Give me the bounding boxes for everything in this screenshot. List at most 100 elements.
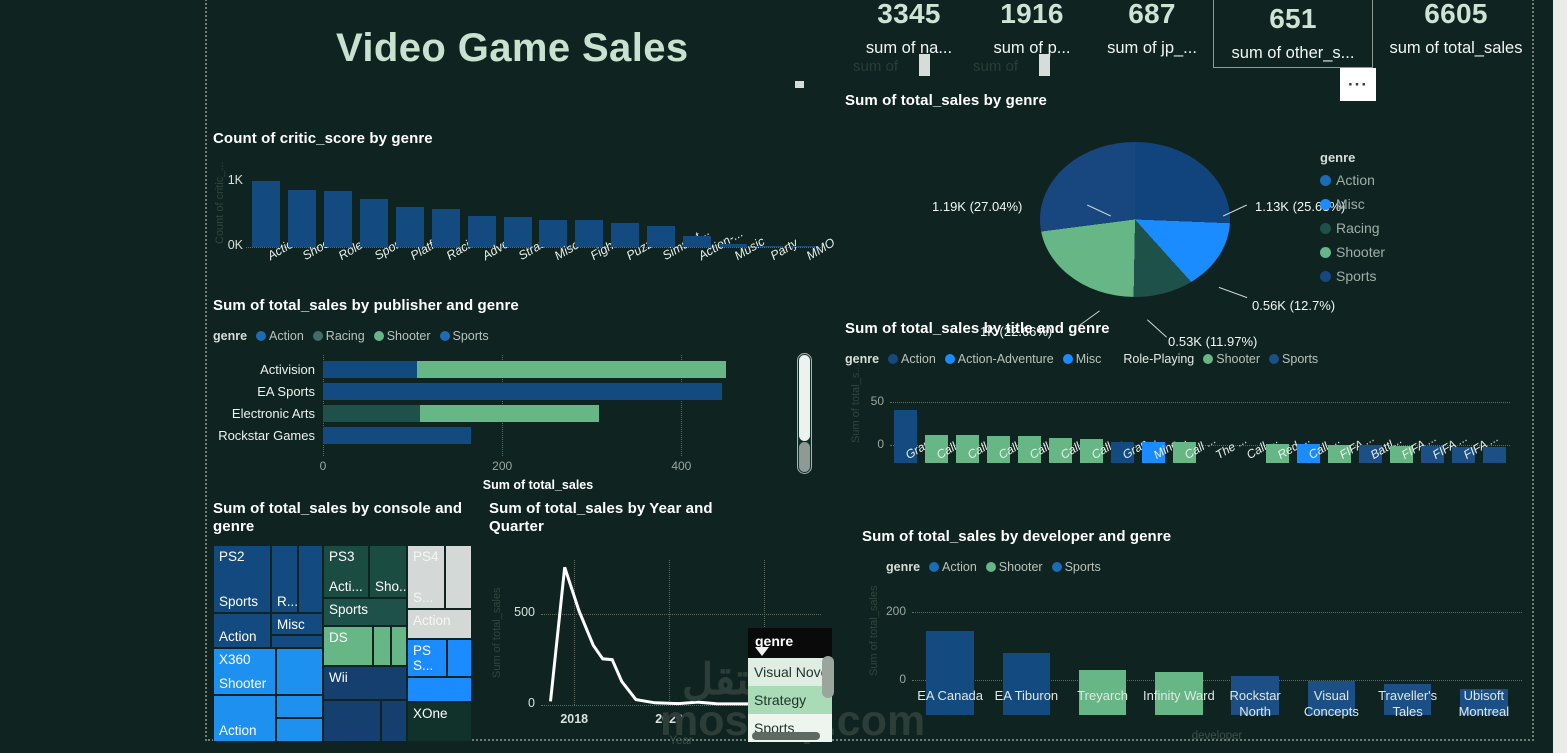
legend-item-action[interactable]: Action	[256, 329, 304, 343]
bar-segment-racing[interactable]	[323, 405, 420, 422]
kpi-card-0[interactable]: 3345 sum of na...	[850, 0, 968, 57]
chevron-down-icon[interactable]	[755, 647, 769, 656]
treemap-tile[interactable]	[391, 626, 407, 666]
dropdown-horizontal-scrollbar[interactable]	[752, 732, 820, 740]
kpi-card-3[interactable]: 651 sum of other_s...	[1213, 0, 1373, 68]
treemap-tile[interactable]: Action	[407, 609, 472, 639]
legend-item-action[interactable]: Action	[929, 560, 977, 574]
dropdown-item-1[interactable]: Strategy	[748, 686, 832, 714]
chart-count-of-critic-score-by-genre[interactable]: Count of critic_score by genre 0K 1K Actio…	[213, 130, 837, 280]
chart-sales-by-genre-pie[interactable]: Sum of total_sales by genre 1.13K (25.63…	[845, 92, 1535, 349]
legend-item-action-adventure[interactable]: Action-Adventure	[944, 352, 1054, 366]
treemap-tile[interactable]	[298, 545, 323, 613]
legend-item-racing[interactable]: Racing	[1320, 220, 1385, 236]
chart-sales-by-publisher-and-genre[interactable]: Sum of total_sales by publisher and genr…	[213, 297, 833, 492]
table-row[interactable]	[323, 383, 753, 400]
treemap-tile[interactable]: PS S...	[407, 639, 447, 677]
bar-segment-shooter[interactable]	[419, 405, 599, 422]
chart-title: Sum of total_sales by title and genre	[845, 320, 1110, 337]
legend-item-sports[interactable]: Sports	[1051, 560, 1101, 574]
treemap-tile[interactable]	[276, 648, 323, 695]
treemap-tile[interactable]: R...	[271, 545, 298, 613]
plot-area[interactable]: 0K1KActionShooterRole-Pl...SportsPlatfor…	[214, 161, 837, 263]
x-axis-tick: Visual Concepts	[1303, 688, 1359, 720]
table-row[interactable]	[323, 405, 753, 422]
legend-item-shooter[interactable]: Shooter	[1320, 244, 1385, 260]
bar[interactable]	[395, 206, 424, 247]
treemap-tile[interactable]: PS3 Acti...	[323, 545, 369, 598]
bar[interactable]	[1483, 446, 1506, 463]
treemap-tile[interactable]: DS	[323, 626, 373, 666]
chart-sales-by-developer-and-genre[interactable]: Sum of total_sales by developer and genr…	[862, 528, 1542, 743]
treemap-plot[interactable]: PS2 Sports R... Action Misc X360 Shooter Action…	[213, 545, 472, 742]
treemap-tile[interactable]	[447, 639, 472, 677]
pie-slices[interactable]	[1040, 142, 1230, 297]
legend-item-sports[interactable]: Sports	[439, 329, 489, 343]
treemap-tile[interactable]	[271, 635, 323, 648]
treemap-console-label: PS	[413, 643, 432, 658]
treemap-tile[interactable]	[445, 545, 472, 609]
treemap-tile[interactable]	[373, 626, 391, 666]
treemap-tile[interactable]	[323, 700, 381, 742]
kpi-card-2[interactable]: 687 sum of jp_...	[1093, 0, 1211, 57]
dropdown-item-0[interactable]: Visual Nove	[748, 658, 832, 686]
treemap-tile[interactable]: Sports	[323, 598, 407, 626]
legend-item-shooter[interactable]: Shooter	[373, 329, 431, 343]
plot-area[interactable]: 0 200 400 Activision EA Sports Electronic Art…	[213, 355, 833, 492]
kpi-card-4[interactable]: 6605 sum of total_sales	[1377, 0, 1535, 57]
legend-item-action[interactable]: Action	[888, 352, 936, 366]
plot-area[interactable]: 0 50 Gran... Call ... Call ... Call ... Call .…	[850, 364, 1510, 463]
bar-segment-action[interactable]	[323, 361, 418, 378]
chart-sales-by-title-and-genre[interactable]: Sum of total_sales by title and genre ge…	[845, 320, 1535, 505]
legend-item-shooter[interactable]: Shooter	[1203, 352, 1260, 366]
treemap-tile[interactable]: Sho...	[369, 545, 407, 598]
bar[interactable]	[1002, 653, 1050, 715]
chart-sales-by-console-and-genre[interactable]: Sum of total_sales by console and genre …	[213, 500, 483, 745]
legend-item-misc[interactable]: Misc	[1062, 352, 1101, 366]
scrollbar-thumb[interactable]	[822, 656, 834, 698]
dropdown-scrollbar[interactable]	[822, 656, 834, 742]
treemap-tile[interactable]: XOne	[407, 702, 472, 742]
treemap-tile[interactable]: X360 Shooter	[213, 648, 276, 695]
legend-item-racing[interactable]: Racing	[312, 329, 365, 343]
bar[interactable]	[323, 190, 352, 247]
treemap-tile[interactable]: Misc	[271, 613, 323, 635]
scrollbar-thumb[interactable]	[799, 355, 810, 441]
kpi-label: sum of other_s...	[1231, 44, 1355, 62]
treemap-tile[interactable]: Action	[213, 613, 271, 648]
bar[interactable]	[431, 208, 460, 247]
treemap-tile[interactable]: PS4 S...	[407, 545, 445, 609]
title-resize-handle[interactable]	[795, 81, 804, 88]
treemap-tile[interactable]	[276, 695, 323, 718]
kpi-value: 687	[1128, 0, 1176, 29]
publisher-scrollbar[interactable]	[797, 353, 812, 474]
legend-item-action[interactable]: Action	[1320, 172, 1385, 188]
plot-area[interactable]: 0 200 EA Canada EA Tiburon Treyarch Infinity …	[868, 586, 1522, 742]
bar[interactable]	[287, 190, 316, 247]
scrollbar-thumb-lower[interactable]	[799, 442, 810, 472]
treemap-tile[interactable]	[407, 677, 472, 702]
bar[interactable]	[359, 199, 388, 247]
bar-segment-shooter[interactable]	[417, 361, 727, 378]
treemap-tile[interactable]	[381, 700, 407, 742]
table-row[interactable]	[323, 427, 753, 444]
pie-plot[interactable]: 1.13K (25.63%) 0.56K (12.7%) 0.53K (11.97%…	[932, 142, 1345, 349]
genre-slicer-dropdown[interactable]: genre Visual Nove Strategy Sports	[748, 628, 834, 742]
legend-item-misc[interactable]: Misc	[1320, 196, 1385, 212]
bar[interactable]	[251, 181, 280, 247]
bar[interactable]	[467, 216, 496, 247]
treemap-tile[interactable]: Wii	[323, 666, 407, 700]
kpi-card-1[interactable]: 1916 sum of p...	[973, 0, 1091, 57]
legend-swatch-icon	[1320, 222, 1331, 234]
bar[interactable]	[503, 217, 532, 247]
bar-segment-action[interactable]	[323, 427, 471, 444]
legend-item-shooter[interactable]: Shooter	[985, 560, 1043, 574]
legend-item-sports[interactable]: Sports	[1320, 268, 1385, 284]
legend-item-sports[interactable]: Sports	[1269, 352, 1318, 366]
treemap-tile[interactable]: Action	[213, 695, 276, 742]
bar-segment-sports[interactable]	[323, 383, 722, 400]
legend-item-role-playing[interactable]: Role-Playing	[1110, 352, 1194, 366]
treemap-tile[interactable]: PS2 Sports	[213, 545, 271, 613]
table-row[interactable]	[323, 361, 753, 378]
treemap-tile[interactable]	[276, 718, 323, 742]
